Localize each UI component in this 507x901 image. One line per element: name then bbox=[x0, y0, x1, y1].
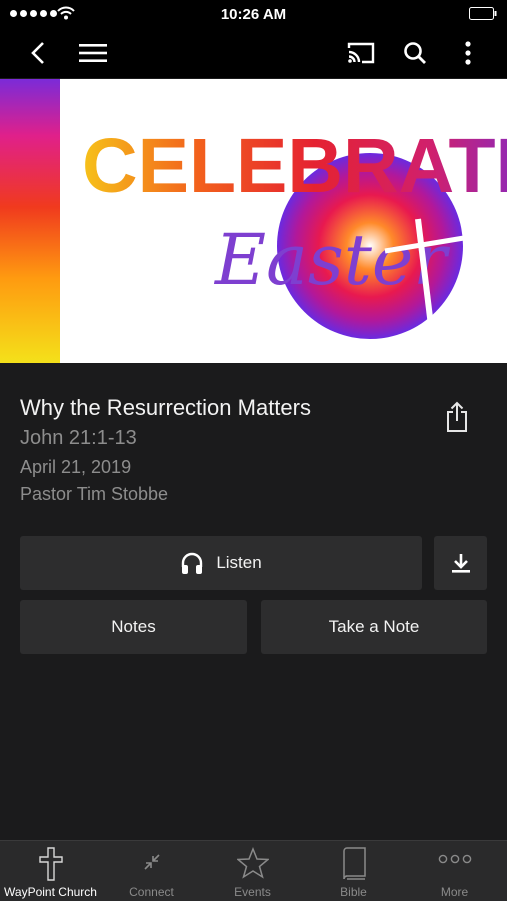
tab-label: More bbox=[440, 885, 469, 899]
listen-button[interactable]: Listen bbox=[20, 536, 422, 590]
status-time: 10:26 AM bbox=[220, 6, 287, 23]
search-icon bbox=[404, 42, 426, 64]
download-icon bbox=[451, 554, 470, 573]
status-bar: 10:26 AM bbox=[0, 0, 507, 28]
cross-icon bbox=[38, 847, 63, 881]
vertical-ellipsis-icon bbox=[465, 41, 471, 65]
sermon-banner-image: CELEBRATE Easter bbox=[0, 79, 507, 363]
banner-headline: CELEBRATE bbox=[82, 123, 507, 209]
menu-button[interactable] bbox=[73, 28, 113, 78]
headphones-icon bbox=[182, 552, 203, 574]
sermon-title: Why the Resurrection Matters bbox=[20, 395, 311, 420]
sermon-scripture: John 21:1-13 bbox=[20, 427, 137, 449]
take-a-note-button[interactable]: Take a Note bbox=[261, 600, 487, 654]
nav-bar bbox=[0, 28, 507, 78]
more-options-button[interactable] bbox=[448, 28, 488, 78]
notes-label: Notes bbox=[111, 617, 156, 636]
share-button[interactable] bbox=[440, 399, 474, 435]
hamburger-icon bbox=[79, 44, 107, 62]
tab-label: Connect bbox=[129, 885, 174, 899]
tab-label: Bible bbox=[340, 885, 367, 899]
take-a-note-label: Take a Note bbox=[328, 617, 420, 636]
arrows-in-icon bbox=[143, 854, 160, 870]
tab-events[interactable]: Events bbox=[202, 841, 303, 901]
book-icon bbox=[342, 847, 366, 880]
sermon-speaker: Pastor Tim Stobbe bbox=[20, 484, 169, 504]
banner-script-text: Easter bbox=[213, 219, 450, 301]
dots-icon bbox=[438, 854, 471, 864]
chevron-left-icon bbox=[31, 42, 44, 64]
tab-bible[interactable]: Bible bbox=[303, 841, 404, 901]
tab-connect[interactable]: Connect bbox=[101, 841, 202, 901]
notes-button[interactable]: Notes bbox=[20, 600, 247, 654]
tab-more[interactable]: More bbox=[404, 841, 505, 901]
cast-icon bbox=[347, 42, 375, 64]
tab-label: Events bbox=[234, 885, 271, 899]
share-icon bbox=[447, 401, 467, 432]
search-button[interactable] bbox=[395, 28, 435, 78]
listen-label: Listen bbox=[216, 553, 262, 572]
sermon-date: April 21, 2019 bbox=[20, 457, 132, 477]
tab-bar: WayPoint Church Connect Events Bible Mor… bbox=[0, 840, 507, 901]
star-icon bbox=[236, 847, 269, 879]
cast-button[interactable] bbox=[341, 28, 381, 78]
battery-icon bbox=[469, 7, 497, 20]
back-button[interactable] bbox=[18, 28, 58, 78]
tab-waypoint-church[interactable]: WayPoint Church bbox=[0, 841, 101, 901]
tab-label: WayPoint Church bbox=[4, 885, 97, 899]
download-button[interactable] bbox=[434, 536, 487, 590]
